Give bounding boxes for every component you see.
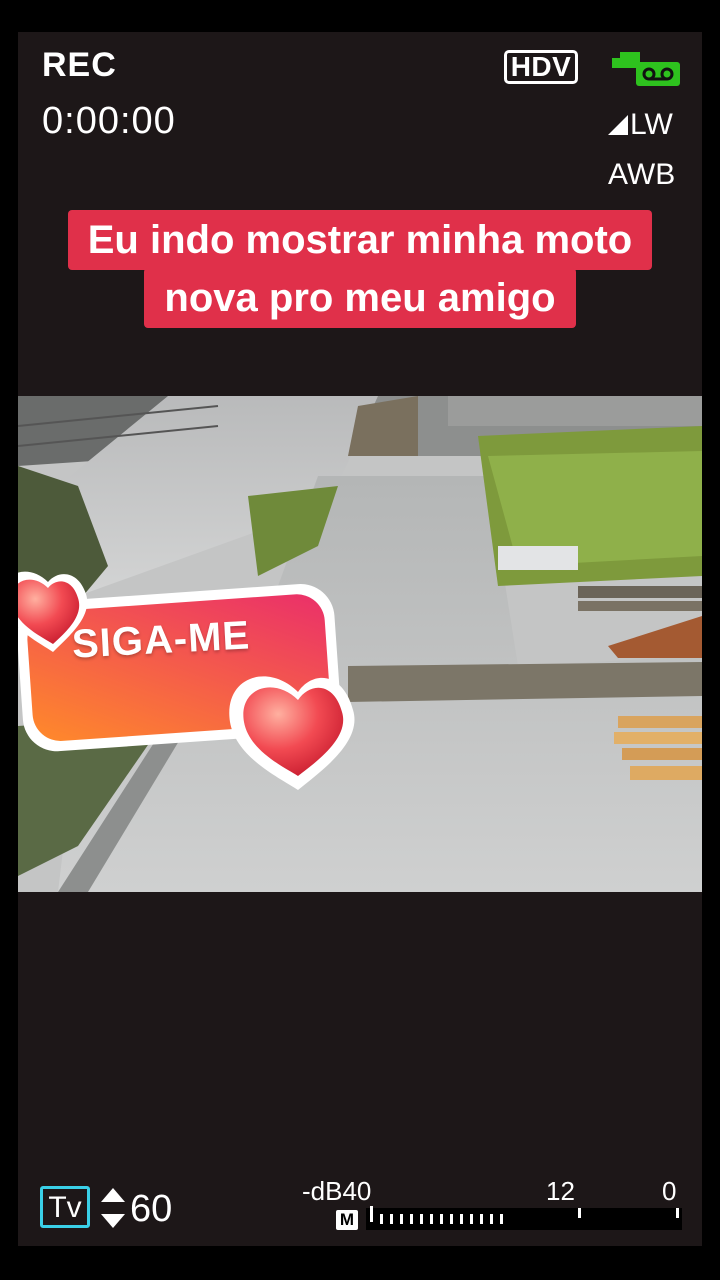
wind-label: LW	[630, 108, 673, 141]
wind-filter-indicator: LW	[608, 108, 673, 142]
hdv-badge: HDV	[504, 50, 578, 84]
manual-audio-badge: M	[336, 1210, 358, 1230]
tape-camera-icon	[612, 52, 680, 86]
audio-level-meter	[366, 1206, 682, 1230]
rec-label: REC	[42, 46, 117, 84]
heart-icon	[229, 676, 355, 790]
white-balance-indicator: AWB	[608, 158, 676, 191]
caption: Eu indo mostrar minha moto nova pro meu …	[18, 210, 702, 328]
camera-viewfinder: REC 0:00:00 HDV LW AWB Eu indo mostrar m…	[18, 32, 702, 1246]
up-down-arrow-icon	[101, 1188, 125, 1228]
caption-line-1: Eu indo mostrar minha moto	[67, 210, 653, 270]
follow-me-label[interactable]: SIGA-ME	[71, 613, 251, 667]
caption-line-2: nova pro meu amigo	[144, 268, 576, 328]
follow-me-sticker[interactable]	[18, 552, 378, 792]
timecode: 0:00:00	[42, 100, 176, 142]
audio-level-0: 0	[662, 1176, 677, 1206]
audio-level-12: 12	[546, 1176, 575, 1206]
shooting-mode-badge: Tv	[40, 1186, 90, 1228]
audio-db-label: -dB40	[302, 1176, 372, 1206]
signal-icon	[608, 115, 628, 135]
shutter-speed: 60	[130, 1188, 173, 1230]
